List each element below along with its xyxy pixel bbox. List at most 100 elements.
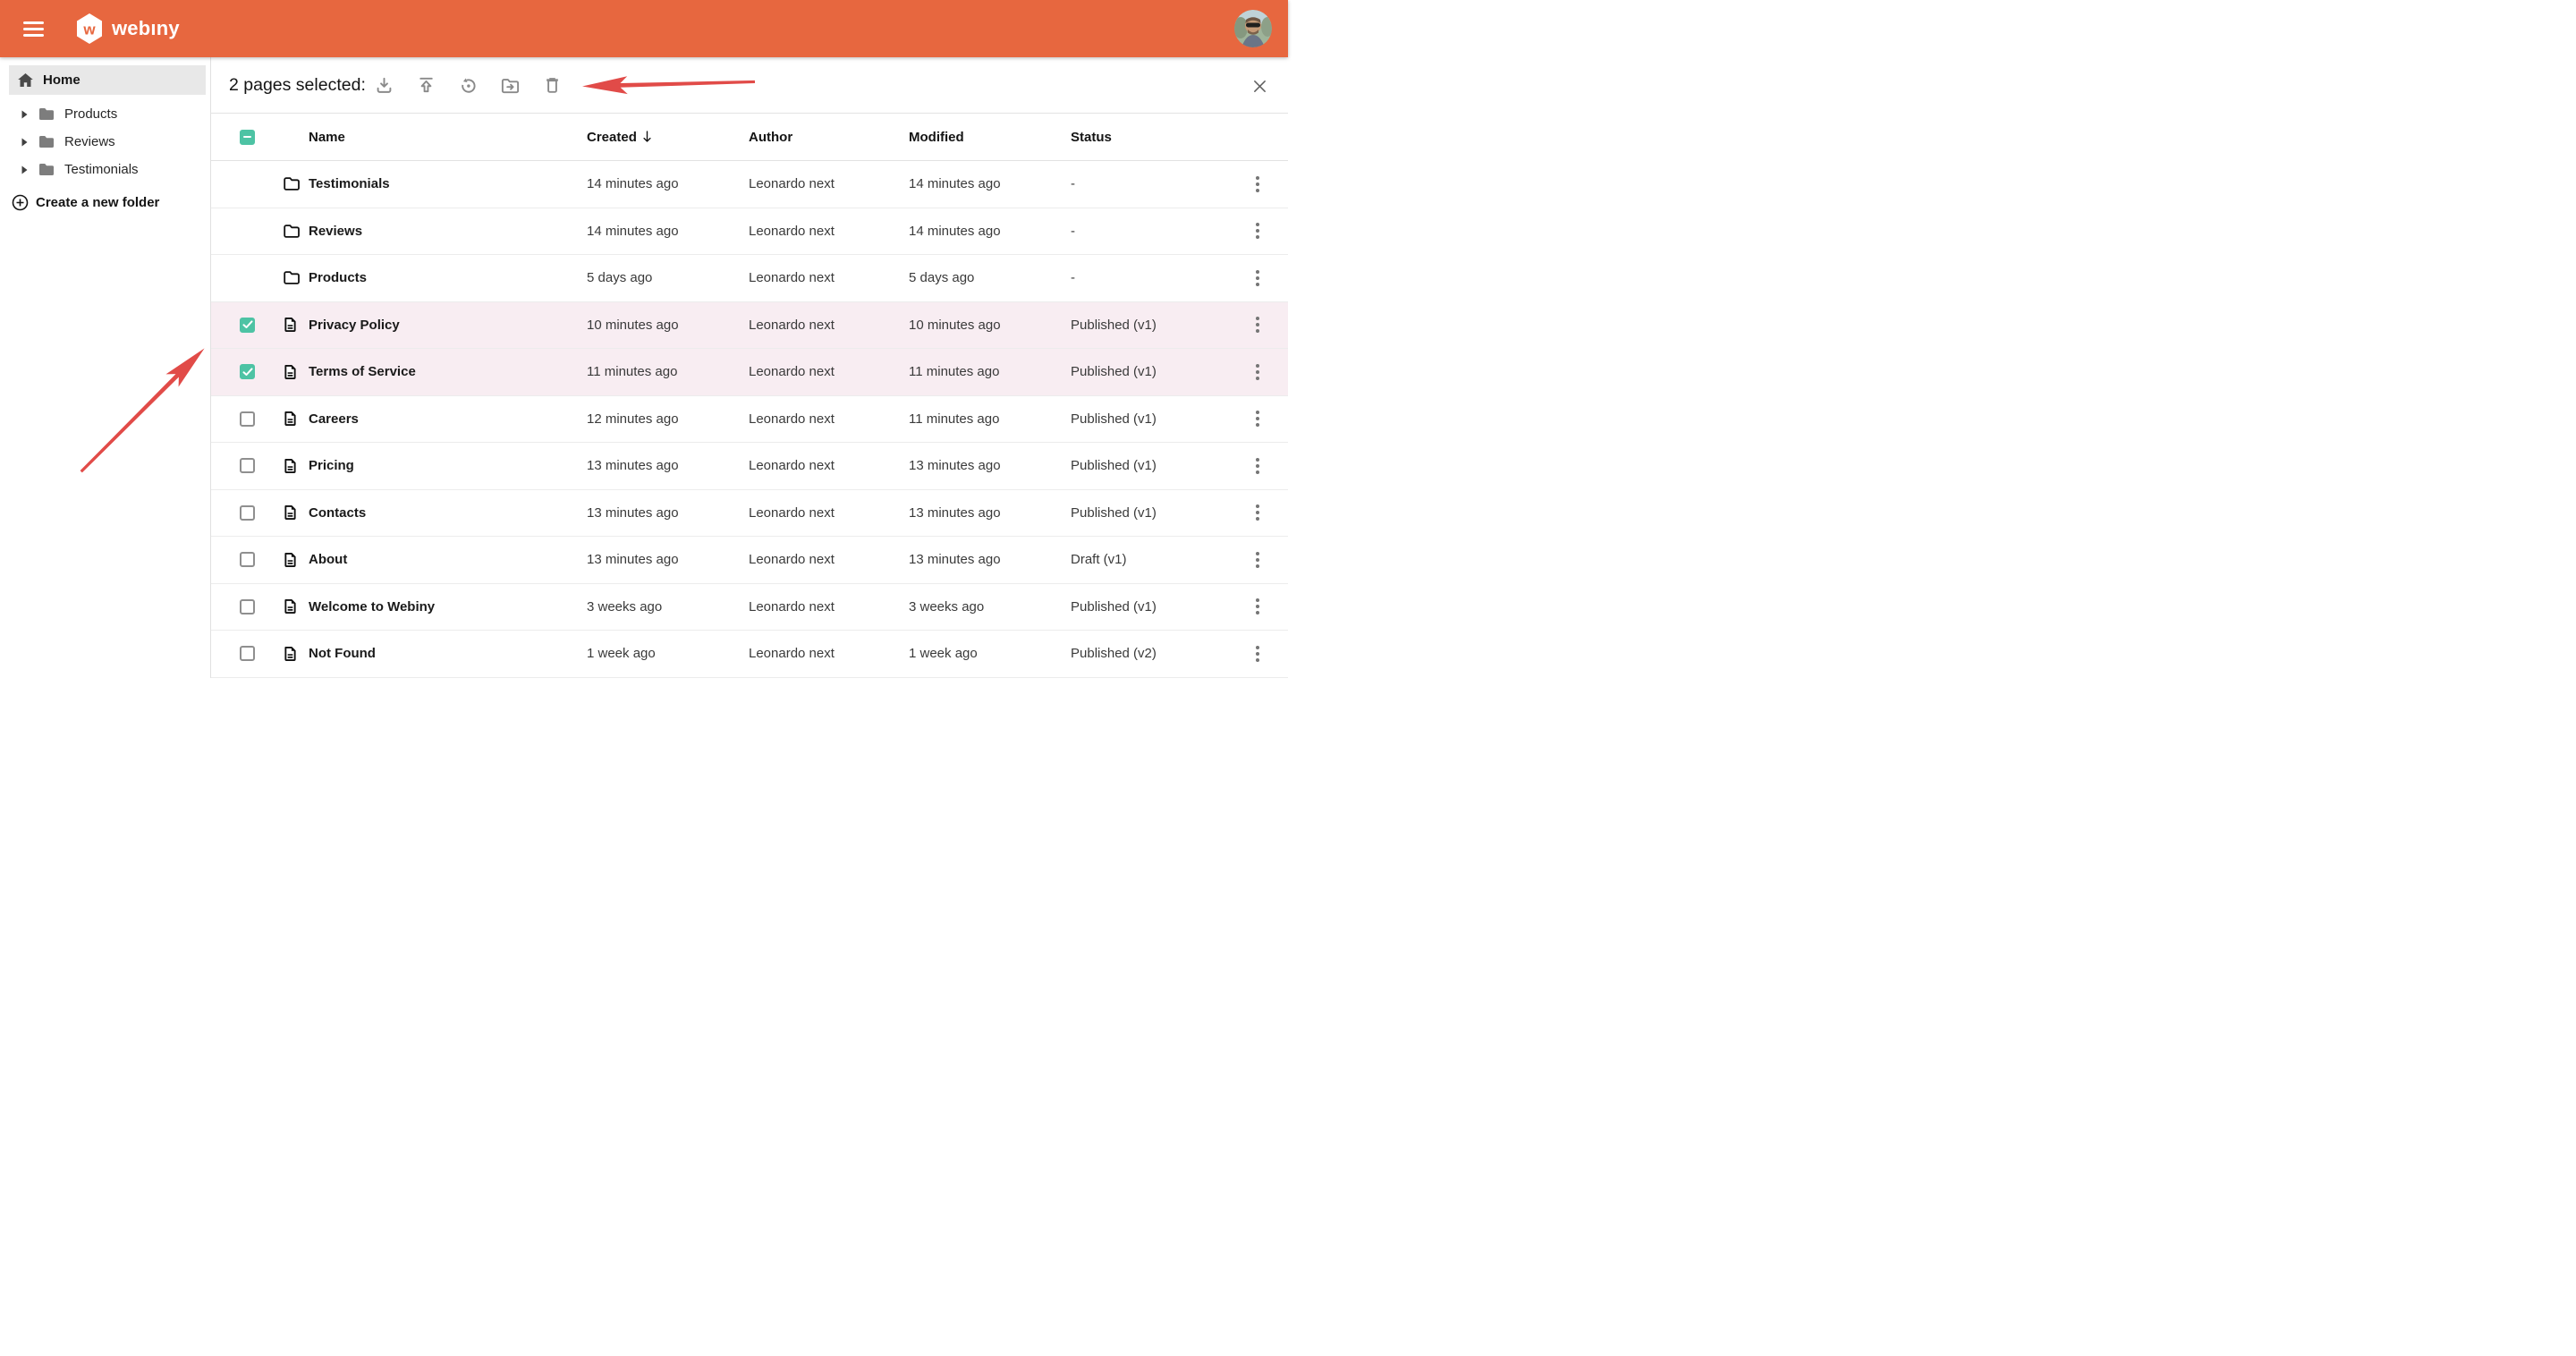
user-avatar[interactable] [1234,10,1272,47]
table-row[interactable]: Welcome to Webiny3 weeks agoLeonardo nex… [211,584,1288,631]
row-name: Terms of Service [309,364,587,379]
row-author: Leonardo next [749,176,909,191]
hamburger-menu-icon[interactable] [14,11,55,47]
bulk-action-buttons [371,72,581,98]
circle-plus-icon [12,194,29,211]
row-modified: 13 minutes ago [909,458,1071,473]
row-checkbox[interactable] [240,411,255,427]
create-folder-label: Create a new folder [36,195,159,210]
trash-icon [542,75,563,96]
folder-icon [284,271,300,284]
row-author: Leonardo next [749,599,909,614]
folder-icon [38,135,55,148]
page-icon [284,458,297,474]
row-menu-button[interactable] [1246,218,1269,243]
move-to-folder-button[interactable] [497,72,524,98]
home-icon [17,72,34,88]
table-row[interactable]: Products5 days agoLeonardo next5 days ag… [211,255,1288,302]
row-author: Leonardo next [749,646,909,661]
row-name: Welcome to Webiny [309,599,587,614]
row-menu-button[interactable] [1246,500,1269,525]
row-created: 13 minutes ago [587,552,749,567]
column-header-created[interactable]: Created [587,130,749,145]
row-menu-button[interactable] [1246,406,1269,431]
export-download-button[interactable] [371,72,398,98]
webiny-hexagon-icon: w [75,13,104,45]
row-status: Published (v1) [1071,364,1227,379]
expand-caret-icon[interactable] [21,110,29,119]
row-author: Leonardo next [749,458,909,473]
row-status: Published (v2) [1071,646,1227,661]
row-menu-button[interactable] [1246,453,1269,479]
expand-caret-icon[interactable] [21,138,29,147]
row-menu-button[interactable] [1246,312,1269,337]
sidebar-item-home[interactable]: Home [9,65,206,95]
table-row[interactable]: About13 minutes agoLeonardo next13 minut… [211,537,1288,584]
row-status: Published (v1) [1071,599,1227,614]
row-created: 10 minutes ago [587,318,749,333]
folder-icon [38,163,55,176]
sidebar-folder-products[interactable]: Products [0,100,210,128]
page-icon-cell [284,598,309,614]
close-selection-button[interactable] [1250,77,1268,95]
table-row[interactable]: Terms of Service11 minutes agoLeonardo n… [211,349,1288,396]
row-created: 3 weeks ago [587,599,749,614]
row-status: - [1071,224,1227,239]
row-checkbox[interactable] [240,646,255,661]
page-icon [284,317,297,333]
row-created: 11 minutes ago [587,364,749,379]
sidebar-folder-reviews[interactable]: Reviews [0,128,210,156]
row-modified: 3 weeks ago [909,599,1071,614]
row-menu-button[interactable] [1246,360,1269,385]
row-checkbox[interactable] [240,318,255,333]
column-header-name[interactable]: Name [309,130,587,145]
row-checkbox[interactable] [240,458,255,473]
folders-sidebar: Home Products Reviews [0,57,211,678]
table-row[interactable]: Reviews14 minutes agoLeonardo next14 min… [211,208,1288,256]
row-checkbox[interactable] [240,505,255,521]
row-name: Privacy Policy [309,318,587,333]
folder-icon [38,107,55,121]
row-checkbox[interactable] [240,599,255,614]
row-status: Published (v1) [1071,505,1227,521]
row-menu-button[interactable] [1246,641,1269,666]
folder-icon-cell [284,271,309,284]
row-status: - [1071,176,1227,191]
row-menu-button[interactable] [1246,547,1269,572]
row-menu-button[interactable] [1246,172,1269,197]
row-status: Draft (v1) [1071,552,1227,567]
column-header-author[interactable]: Author [749,130,909,145]
row-created: 12 minutes ago [587,411,749,427]
page-icon [284,411,297,427]
table-row[interactable]: Testimonials14 minutes agoLeonardo next1… [211,161,1288,208]
row-name: Products [309,270,587,285]
publish-button[interactable] [413,72,440,98]
table-row[interactable]: Contacts13 minutes agoLeonardo next13 mi… [211,490,1288,538]
select-all-checkbox[interactable] [240,130,255,145]
row-modified: 11 minutes ago [909,364,1071,379]
row-created: 14 minutes ago [587,176,749,191]
row-author: Leonardo next [749,224,909,239]
table-row[interactable]: Privacy Policy10 minutes agoLeonardo nex… [211,302,1288,350]
row-name: About [309,552,587,567]
table-row[interactable]: Careers12 minutes agoLeonardo next11 min… [211,396,1288,444]
row-checkbox[interactable] [240,552,255,567]
page-icon [284,552,297,568]
page-icon [284,504,297,521]
expand-caret-icon[interactable] [21,165,29,174]
table-row[interactable]: Pricing13 minutes agoLeonardo next13 min… [211,443,1288,490]
row-menu-button[interactable] [1246,266,1269,291]
delete-button[interactable] [539,72,566,98]
row-name: Pricing [309,458,587,473]
row-checkbox[interactable] [240,364,255,379]
table-row[interactable]: Not Found1 week agoLeonardo next1 week a… [211,631,1288,678]
folder-icon-cell [284,225,309,238]
page-icon-cell [284,504,309,521]
column-header-status[interactable]: Status [1071,130,1227,145]
unpublish-restore-button[interactable] [455,72,482,98]
create-folder-button[interactable]: Create a new folder [12,194,210,211]
row-menu-button[interactable] [1246,594,1269,619]
sidebar-folder-testimonials[interactable]: Testimonials [0,156,210,183]
column-header-modified[interactable]: Modified [909,130,1071,145]
folder-tree: Products Reviews Testimonials [0,100,210,183]
